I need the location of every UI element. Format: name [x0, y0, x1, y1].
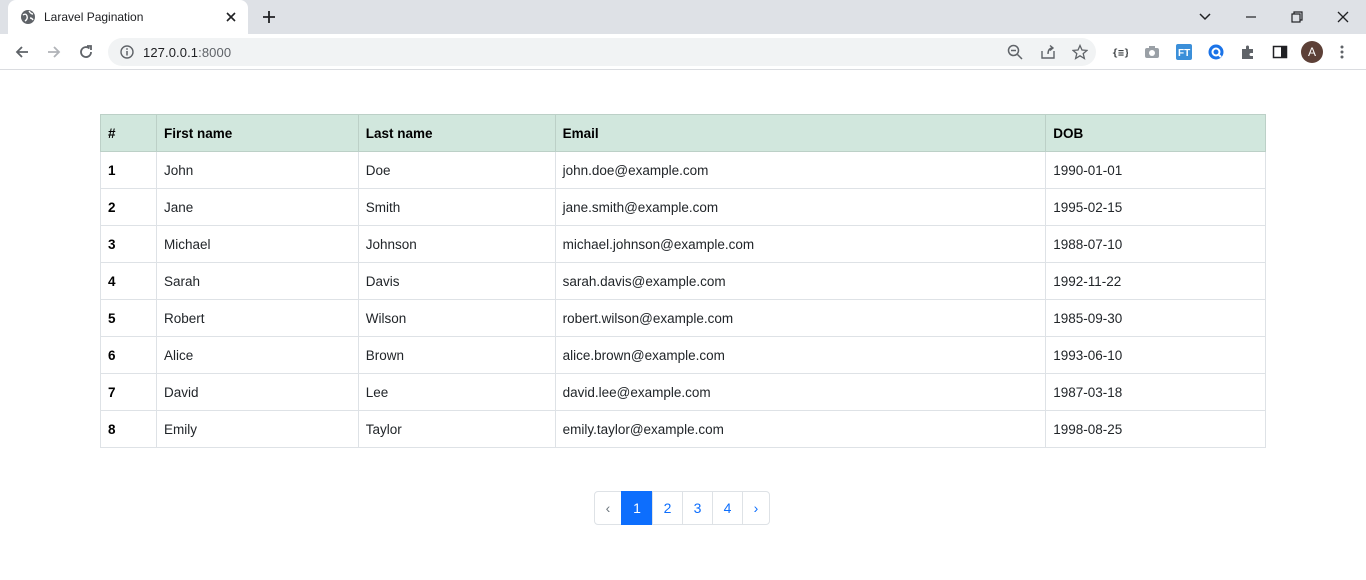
- cell-last-name: Johnson: [357, 225, 556, 263]
- url-port: :8000: [198, 45, 232, 60]
- close-window-icon[interactable]: [1320, 0, 1366, 34]
- table-row: 2 Jane Smith jane.smith@example.com 1995…: [100, 188, 1266, 226]
- row-id: 1: [100, 151, 157, 189]
- table-row: 6 Alice Brown alice.brown@example.com 19…: [100, 336, 1266, 374]
- cell-last-name: Doe: [357, 151, 556, 189]
- cell-email: michael.johnson@example.com: [554, 225, 1047, 263]
- cell-email: emily.taylor@example.com: [554, 410, 1047, 448]
- cell-email: john.doe@example.com: [554, 151, 1047, 189]
- browser-tab[interactable]: Laravel Pagination: [8, 0, 248, 34]
- json-viewer-extension-icon[interactable]: {≡}: [1112, 44, 1128, 60]
- table-header-row: # First name Last name Email DOB: [100, 114, 1266, 152]
- page-2-button[interactable]: 2: [652, 491, 683, 525]
- cell-first-name: Sarah: [155, 262, 359, 300]
- cell-last-name: Brown: [357, 336, 556, 374]
- table-row: 8 Emily Taylor emily.taylor@example.com …: [100, 410, 1266, 448]
- cell-dob: 1995-02-15: [1045, 188, 1266, 226]
- cell-first-name: Alice: [155, 336, 359, 374]
- cell-dob: 1987-03-18: [1045, 373, 1266, 411]
- pagination-next-button[interactable]: ›: [742, 491, 770, 525]
- cell-dob: 1985-09-30: [1045, 299, 1266, 337]
- minimize-icon[interactable]: [1228, 0, 1274, 34]
- column-header-number: #: [100, 114, 157, 152]
- table-row: 5 Robert Wilson robert.wilson@example.co…: [100, 299, 1266, 337]
- browser-tabstrip: Laravel Pagination: [0, 0, 1366, 34]
- fonts-extension-icon[interactable]: FT: [1176, 44, 1192, 60]
- zoom-icon[interactable]: [1007, 44, 1023, 60]
- restore-icon[interactable]: [1274, 0, 1320, 34]
- cell-last-name: Taylor: [357, 410, 556, 448]
- bookmark-star-icon[interactable]: [1072, 44, 1088, 60]
- pagination-prev-button[interactable]: ‹: [594, 491, 622, 525]
- forward-icon[interactable]: [44, 42, 64, 62]
- tab-search-icon[interactable]: [1182, 0, 1228, 34]
- cell-last-name: Davis: [357, 262, 556, 300]
- cell-email: david.lee@example.com: [554, 373, 1047, 411]
- close-tab-icon[interactable]: [224, 10, 238, 24]
- column-header-last-name: Last name: [357, 114, 556, 152]
- table-row: 4 Sarah Davis sarah.davis@example.com 19…: [100, 262, 1266, 300]
- column-header-email: Email: [554, 114, 1047, 152]
- page-4-button[interactable]: 4: [712, 491, 743, 525]
- share-icon[interactable]: [1040, 44, 1056, 60]
- address-bar[interactable]: 127.0.0.1:8000: [108, 38, 1096, 66]
- column-header-dob: DOB: [1045, 114, 1266, 152]
- table-row: 7 David Lee david.lee@example.com 1987-0…: [100, 373, 1266, 411]
- url-text: 127.0.0.1:8000: [143, 45, 231, 60]
- cell-first-name: Michael: [155, 225, 359, 263]
- svg-text:FT: FT: [1178, 48, 1190, 59]
- row-id: 2: [100, 188, 157, 226]
- cell-email: sarah.davis@example.com: [554, 262, 1047, 300]
- pagination: ‹ 1 2 3 4 ›: [594, 491, 770, 525]
- svg-text:{≡}: {≡}: [1112, 48, 1128, 59]
- row-id: 8: [100, 410, 157, 448]
- browser-menu-icon[interactable]: [1334, 44, 1350, 60]
- cell-dob: 1990-01-01: [1045, 151, 1266, 189]
- url-host: 127.0.0.1: [143, 45, 199, 60]
- new-tab-icon[interactable]: [260, 8, 278, 26]
- cell-email: robert.wilson@example.com: [554, 299, 1047, 337]
- cell-first-name: Emily: [155, 410, 359, 448]
- refresh-extension-icon[interactable]: [1208, 44, 1224, 60]
- cell-first-name: David: [155, 373, 359, 411]
- back-icon[interactable]: [12, 42, 32, 62]
- table-row: 1 John Doe john.doe@example.com 1990-01-…: [100, 151, 1266, 189]
- reload-icon[interactable]: [76, 42, 96, 62]
- table-row: 3 Michael Johnson michael.johnson@exampl…: [100, 225, 1266, 263]
- row-id: 5: [100, 299, 157, 337]
- cell-last-name: Smith: [357, 188, 556, 226]
- globe-icon: [21, 10, 35, 24]
- users-table: # First name Last name Email DOB 1 John …: [100, 114, 1266, 448]
- page-3-button[interactable]: 3: [682, 491, 713, 525]
- page-content: # First name Last name Email DOB 1 John …: [0, 71, 1366, 580]
- cell-last-name: Wilson: [357, 299, 556, 337]
- tab-title: Laravel Pagination: [44, 10, 144, 24]
- cell-first-name: Robert: [155, 299, 359, 337]
- cell-first-name: John: [155, 151, 359, 189]
- side-panel-icon[interactable]: [1272, 44, 1288, 60]
- camera-extension-icon[interactable]: [1144, 44, 1160, 60]
- column-header-first-name: First name: [155, 114, 359, 152]
- cell-last-name: Lee: [357, 373, 556, 411]
- extensions-puzzle-icon[interactable]: [1240, 44, 1256, 60]
- profile-avatar[interactable]: A: [1301, 41, 1323, 63]
- cell-dob: 1993-06-10: [1045, 336, 1266, 374]
- cell-email: jane.smith@example.com: [554, 188, 1047, 226]
- row-id: 4: [100, 262, 157, 300]
- row-id: 3: [100, 225, 157, 263]
- row-id: 6: [100, 336, 157, 374]
- row-id: 7: [100, 373, 157, 411]
- site-info-icon[interactable]: [120, 45, 134, 59]
- page-1-button[interactable]: 1: [621, 491, 653, 525]
- cell-dob: 1998-08-25: [1045, 410, 1266, 448]
- browser-toolbar: 127.0.0.1:8000 {≡} FT: [0, 34, 1366, 70]
- cell-email: alice.brown@example.com: [554, 336, 1047, 374]
- cell-dob: 1992-11-22: [1045, 262, 1266, 300]
- cell-first-name: Jane: [155, 188, 359, 226]
- cell-dob: 1988-07-10: [1045, 225, 1266, 263]
